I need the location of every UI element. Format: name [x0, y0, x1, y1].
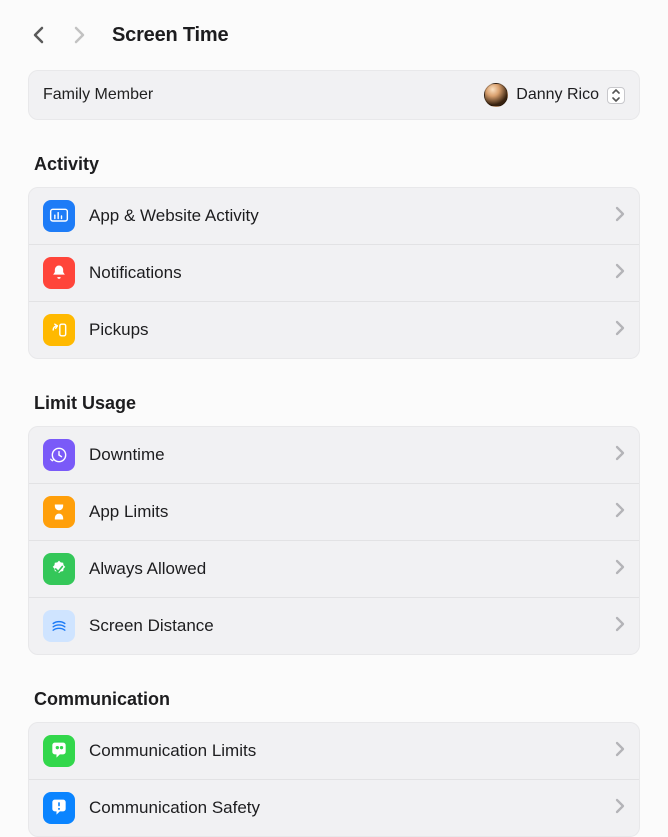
- chevron-right-icon: [615, 206, 625, 227]
- row-label: App Limits: [89, 502, 601, 522]
- chevron-right-icon: [615, 559, 625, 580]
- bell-icon: [43, 257, 75, 289]
- distance-waves-icon: [43, 610, 75, 642]
- chevron-right-icon: [615, 320, 625, 341]
- hourglass-icon: [43, 496, 75, 528]
- family-member-name: Danny Rico: [516, 86, 599, 104]
- activity-section-title: Activity: [34, 154, 640, 175]
- row-app-website-activity[interactable]: App & Website Activity: [29, 188, 639, 244]
- chevron-right-icon: [615, 263, 625, 284]
- row-downtime[interactable]: Downtime: [29, 427, 639, 483]
- row-communication-limits[interactable]: Communication Limits: [29, 723, 639, 779]
- chat-people-icon: [43, 735, 75, 767]
- limit-usage-group: Downtime App Limits Always Allowed Scree…: [28, 426, 640, 655]
- chevron-right-icon: [615, 445, 625, 466]
- row-pickups[interactable]: Pickups: [29, 301, 639, 358]
- activity-group: App & Website Activity Notifications Pic…: [28, 187, 640, 359]
- row-label: Always Allowed: [89, 559, 601, 579]
- avatar-icon: [484, 83, 508, 107]
- row-notifications[interactable]: Notifications: [29, 244, 639, 301]
- back-button[interactable]: [24, 20, 54, 50]
- clock-down-icon: [43, 439, 75, 471]
- row-label: Communication Safety: [89, 798, 601, 818]
- row-label: Screen Distance: [89, 616, 601, 636]
- row-communication-safety[interactable]: Communication Safety: [29, 779, 639, 836]
- row-always-allowed[interactable]: Always Allowed: [29, 540, 639, 597]
- chart-icon: [43, 200, 75, 232]
- row-label: Downtime: [89, 445, 601, 465]
- family-member-dropdown[interactable]: Danny Rico: [484, 83, 625, 107]
- chevron-right-icon: [615, 798, 625, 819]
- family-member-selector[interactable]: Family Member Danny Rico: [28, 70, 640, 120]
- communication-section-title: Communication: [34, 689, 640, 710]
- limit-usage-section-title: Limit Usage: [34, 393, 640, 414]
- dropdown-arrows-icon: [607, 87, 625, 104]
- chevron-right-icon: [615, 741, 625, 762]
- family-member-label: Family Member: [43, 86, 153, 104]
- row-app-limits[interactable]: App Limits: [29, 483, 639, 540]
- communication-group: Communication Limits Communication Safet…: [28, 722, 640, 837]
- row-label: Notifications: [89, 263, 601, 283]
- row-label: Pickups: [89, 320, 601, 340]
- chevron-right-icon: [615, 502, 625, 523]
- row-label: Communication Limits: [89, 741, 601, 761]
- header: Screen Time: [0, 0, 668, 60]
- forward-button[interactable]: [64, 20, 94, 50]
- pickups-icon: [43, 314, 75, 346]
- page-title: Screen Time: [112, 24, 228, 47]
- chevron-right-icon: [615, 616, 625, 637]
- check-shield-icon: [43, 553, 75, 585]
- chat-alert-icon: [43, 792, 75, 824]
- row-label: App & Website Activity: [89, 206, 601, 226]
- row-screen-distance[interactable]: Screen Distance: [29, 597, 639, 654]
